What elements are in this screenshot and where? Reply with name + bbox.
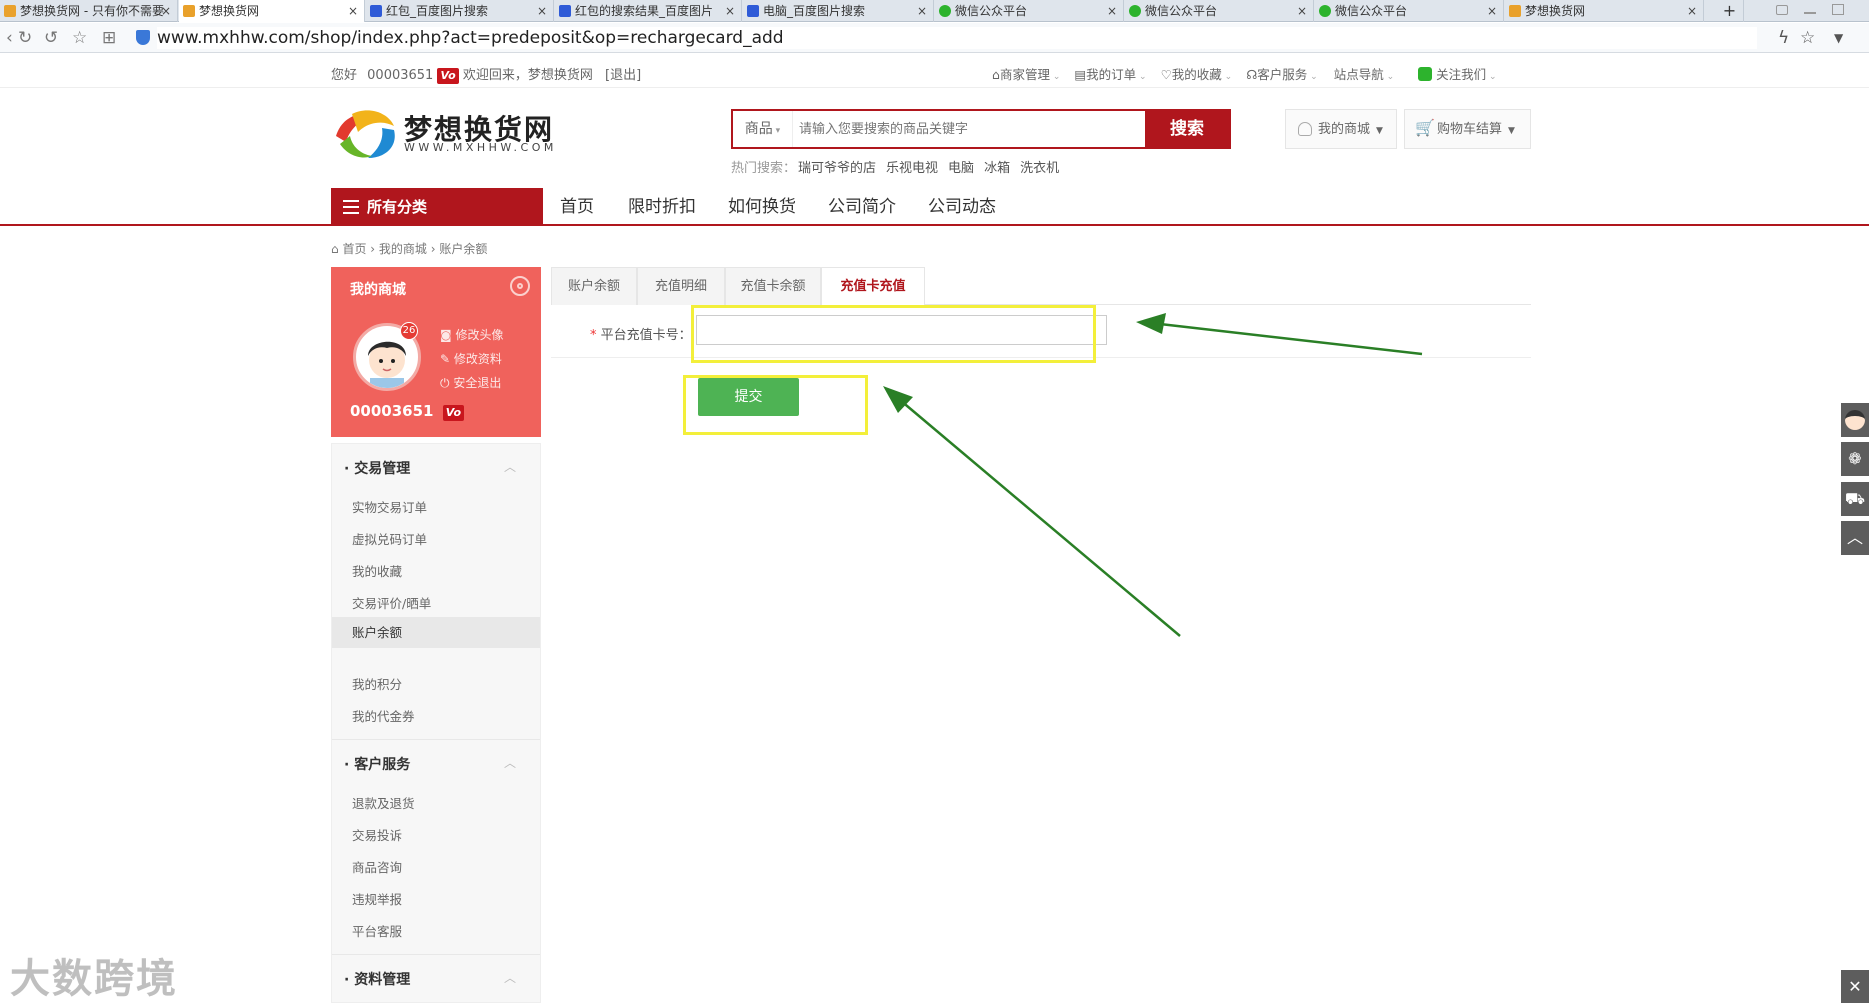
- arrow-head-icon: [1136, 313, 1166, 334]
- float-avatar-button[interactable]: [1841, 403, 1869, 437]
- float-gift-button[interactable]: ❁: [1841, 442, 1869, 476]
- back-to-top-button[interactable]: ︿: [1841, 521, 1869, 555]
- float-cart-button[interactable]: ⛟: [1841, 482, 1869, 516]
- arrow-line-to-input: [1159, 322, 1423, 356]
- arrow-head-icon: [883, 386, 913, 413]
- watermark-text: 大数跨境: [10, 956, 178, 1002]
- chevron-up-icon: ︿: [1846, 528, 1863, 547]
- close-icon: ✕: [1848, 977, 1862, 996]
- annotation-arrows: [883, 313, 1423, 637]
- gift-icon: ❁: [1848, 449, 1862, 468]
- close-float-button[interactable]: ✕: [1841, 970, 1869, 1003]
- avatar-mini-icon: [1845, 410, 1865, 430]
- cart-icon: ⛟: [1844, 489, 1866, 508]
- arrow-line-to-submit: [899, 399, 1181, 637]
